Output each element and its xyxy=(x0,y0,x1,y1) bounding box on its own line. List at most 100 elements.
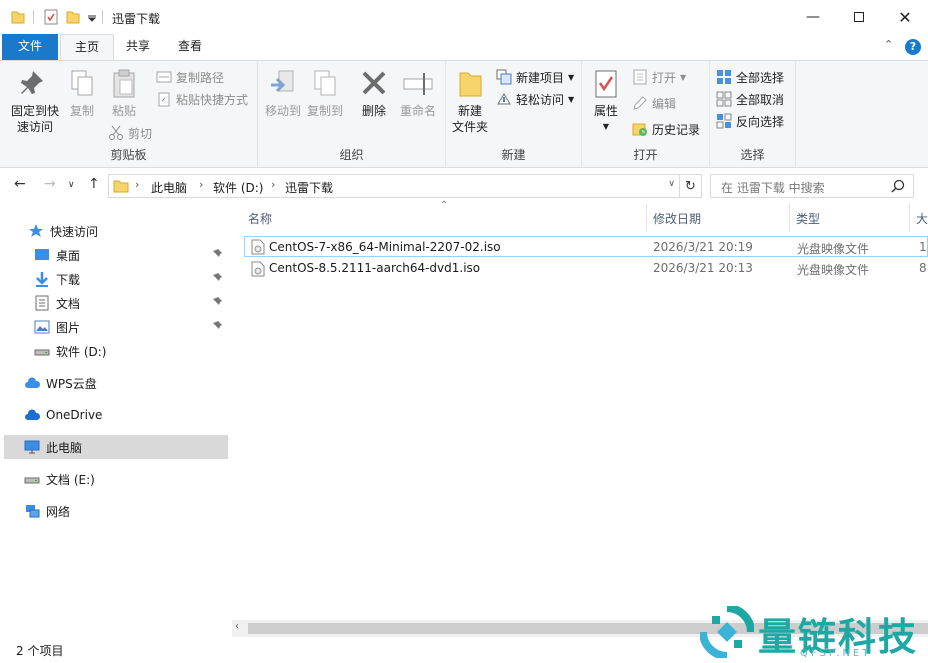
onedrive-cloud-icon xyxy=(25,409,40,420)
invert-selection-button[interactable]: 反向选择 xyxy=(716,111,784,131)
nav-label: 文档 (E:) xyxy=(46,472,95,487)
forward-icon[interactable]: → xyxy=(44,176,56,192)
nav-item-downloads[interactable]: 下载 xyxy=(34,267,228,291)
nav-item-desktop[interactable]: 桌面 xyxy=(34,243,228,267)
file-modified: 2026/3/21 20:19 xyxy=(653,240,753,254)
clipboard-group: 固定到快 速访问 复制 粘贴 复制路径 粘贴快捷方式 剪切 剪贴板 xyxy=(0,61,258,167)
file-row[interactable]: CentOS-8.5.2111-aarch64-dvd1.iso 2026/3/… xyxy=(244,258,928,279)
breadcrumb-this-pc[interactable]: 此电脑 xyxy=(151,179,187,196)
easy-access-button[interactable]: 轻松访问 ▼ xyxy=(496,89,574,109)
edit-button[interactable]: 编辑 xyxy=(632,93,676,113)
select-none-icon xyxy=(716,91,732,107)
search-input[interactable]: 在 迅雷下载 中搜索 xyxy=(710,174,914,198)
column-separator[interactable] xyxy=(909,204,910,232)
cut-label: 剪切 xyxy=(128,126,153,141)
rename-label: 重命名 xyxy=(399,104,436,118)
select-none-label: 全部取消 xyxy=(736,92,785,107)
nav-label: 软件 (D:) xyxy=(56,344,107,359)
column-header-type[interactable]: 类型 xyxy=(796,210,820,227)
nav-item-drive-e[interactable]: 文档 (E:) xyxy=(24,467,228,491)
select-none-button[interactable]: 全部取消 xyxy=(716,89,784,109)
properties-button[interactable]: 属性 ▼ xyxy=(588,67,624,135)
watermark-logo-icon xyxy=(700,606,754,658)
nav-label: 此电脑 xyxy=(46,440,83,455)
close-button[interactable]: ✕ xyxy=(882,0,928,34)
rename-icon xyxy=(403,73,433,95)
tab-view[interactable]: 查看 xyxy=(164,34,216,60)
nav-item-wps-cloud[interactable]: WPS云盘 xyxy=(24,371,228,395)
file-type: 光盘映像文件 xyxy=(797,242,870,256)
collapse-ribbon-icon[interactable]: ⌃ xyxy=(884,38,893,51)
nav-item-pictures[interactable]: 图片 xyxy=(34,315,228,339)
clipboard-group-label: 剪贴板 xyxy=(110,148,147,162)
new-item-button[interactable]: 新建项目 ▼ xyxy=(496,67,574,87)
column-separator[interactable] xyxy=(646,204,647,232)
open-button[interactable]: 打开 ▼ xyxy=(632,67,686,87)
breadcrumb-xunlei[interactable]: 迅雷下载 xyxy=(285,179,333,196)
column-header-modified[interactable]: 修改日期 xyxy=(653,210,701,227)
tab-home[interactable]: 主页 xyxy=(60,34,115,60)
dropdown-arrow-icon: ▼ xyxy=(568,72,575,82)
cut-button[interactable]: 剪切 xyxy=(108,123,152,143)
new-folder-button[interactable]: 新建 文件夹 xyxy=(450,67,490,135)
nav-item-network[interactable]: 网络 xyxy=(24,499,228,523)
delete-button[interactable]: 删除 xyxy=(356,67,392,119)
easy-access-icon xyxy=(497,93,511,105)
divider xyxy=(33,10,34,24)
nav-item-drive-d[interactable]: 软件 (D:) xyxy=(34,339,228,363)
history-button[interactable]: 历史记录 xyxy=(632,119,700,139)
network-icon xyxy=(26,505,40,518)
nav-item-documents[interactable]: 文档 xyxy=(34,291,228,315)
new-folder-icon[interactable] xyxy=(66,9,80,25)
minimize-icon: — xyxy=(806,9,820,25)
up-icon[interactable]: ↑ xyxy=(88,176,100,192)
back-icon[interactable]: ← xyxy=(14,176,26,192)
breadcrumb-separator-icon[interactable]: › xyxy=(199,178,203,191)
properties-check-icon[interactable] xyxy=(44,9,58,25)
scroll-left-icon[interactable]: ‹ xyxy=(235,621,239,632)
select-all-button[interactable]: 全部选择 xyxy=(716,67,784,87)
move-to-button[interactable]: 移动到 xyxy=(264,67,302,119)
tab-share[interactable]: 共享 xyxy=(112,34,164,60)
recent-locations-icon[interactable]: ∨ xyxy=(68,180,75,190)
tab-file[interactable]: 文件 xyxy=(2,34,58,60)
nav-item-quick-access[interactable]: 快速访问 xyxy=(28,219,228,243)
pin-quick-access-button[interactable]: 固定到快 速访问 xyxy=(8,67,62,135)
disc-image-file-icon xyxy=(251,261,265,277)
pin-icon[interactable] xyxy=(212,296,224,310)
nav-item-onedrive[interactable]: OneDrive xyxy=(24,403,228,427)
cloud-icon xyxy=(25,377,40,388)
nav-label: WPS云盘 xyxy=(46,376,97,391)
open-group: 属性 ▼ 打开 ▼ 编辑 历史记录 打开 xyxy=(582,61,710,167)
open-label: 打开 xyxy=(652,70,677,85)
paste-label: 粘贴 xyxy=(111,104,136,118)
rename-button[interactable]: 重命名 xyxy=(396,67,440,119)
help-icon[interactable]: ? xyxy=(905,39,921,55)
refresh-button[interactable]: ↻ xyxy=(680,174,702,198)
maximize-button[interactable] xyxy=(836,0,882,34)
file-name: CentOS-7-x86_64-Minimal-2207-02.iso xyxy=(269,240,501,254)
file-row[interactable]: CentOS-7-x86_64-Minimal-2207-02.iso 2026… xyxy=(244,236,928,257)
paste-shortcut-button[interactable]: 粘贴快捷方式 xyxy=(156,89,248,109)
column-header-size[interactable]: 大 xyxy=(916,210,928,227)
address-bar[interactable]: › 此电脑 › 软件 (D:) › 迅雷下载 ∨ xyxy=(108,174,680,198)
address-dropdown-icon[interactable]: ∨ xyxy=(668,179,675,189)
customize-qat-icon[interactable] xyxy=(88,14,96,22)
maximize-icon xyxy=(854,12,864,22)
breadcrumb-drive-d[interactable]: 软件 (D:) xyxy=(213,179,263,196)
copy-button[interactable]: 复制 xyxy=(64,67,100,119)
nav-label: 下载 xyxy=(56,272,81,287)
pin-icon[interactable] xyxy=(212,320,224,334)
copy-to-button[interactable]: 复制到 xyxy=(306,67,344,119)
breadcrumb-separator-icon[interactable]: › xyxy=(271,178,275,191)
minimize-button[interactable]: — xyxy=(790,0,836,34)
pin-icon[interactable] xyxy=(212,248,224,262)
paste-button[interactable]: 粘贴 xyxy=(104,67,144,119)
breadcrumb-separator-icon[interactable]: › xyxy=(135,178,139,191)
column-separator[interactable] xyxy=(789,204,790,232)
column-header-name[interactable]: 名称 xyxy=(248,210,272,227)
copy-path-button[interactable]: 复制路径 xyxy=(156,67,224,87)
pin-icon[interactable] xyxy=(212,272,224,286)
nav-item-this-pc[interactable]: 此电脑 xyxy=(4,435,228,459)
pin-label-1: 固定到快 xyxy=(10,104,59,118)
